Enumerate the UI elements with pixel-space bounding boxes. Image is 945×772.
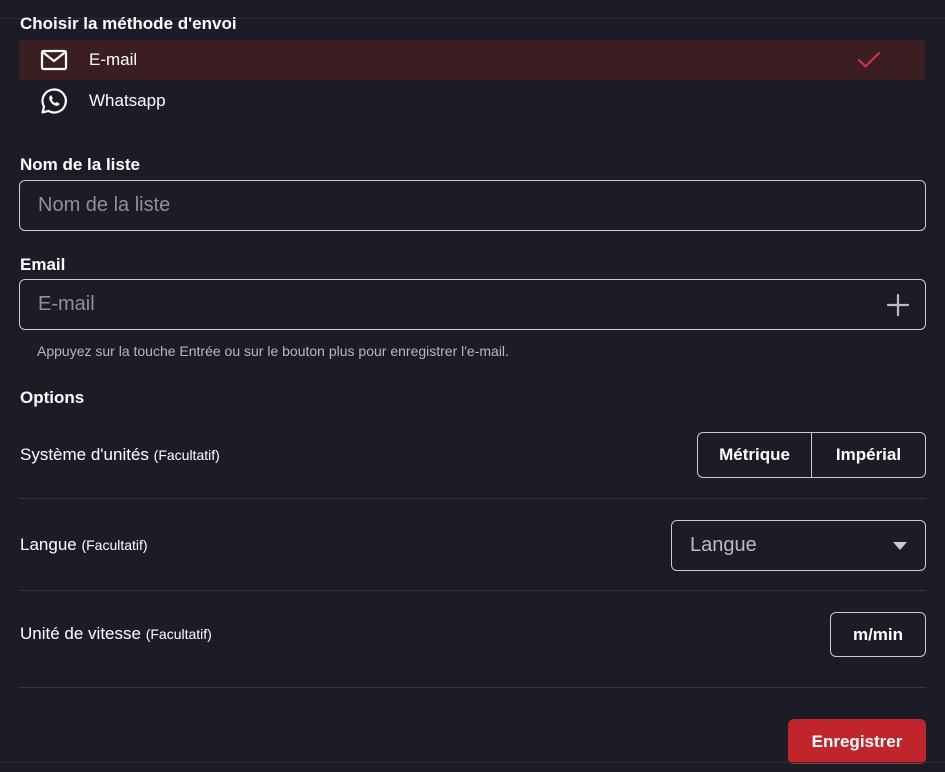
units-label-text: Système d'unités	[20, 445, 149, 464]
method-option-whatsapp[interactable]: Whatsapp	[19, 81, 925, 121]
speed-label-text: Unité de vitesse	[20, 624, 141, 643]
units-toggle: Métrique Impérial	[697, 432, 926, 478]
language-select-value: Langue	[690, 534, 757, 556]
method-option-email[interactable]: E-mail	[19, 40, 925, 80]
units-optional: (Facultatif)	[153, 447, 220, 463]
list-name-label: Nom de la liste	[20, 155, 140, 174]
imperial-button[interactable]: Impérial	[811, 433, 925, 477]
speed-optional: (Facultatif)	[145, 626, 212, 642]
method-option-label: E-mail	[89, 50, 138, 69]
metric-button[interactable]: Métrique	[698, 433, 811, 477]
check-icon	[857, 50, 881, 75]
list-name-input[interactable]	[19, 180, 926, 231]
language-select[interactable]: Langue	[671, 520, 926, 571]
mail-icon	[19, 49, 89, 71]
add-email-button[interactable]	[884, 291, 912, 319]
options-title: Options	[20, 388, 85, 407]
whatsapp-icon	[19, 87, 89, 115]
caret-down-icon	[893, 537, 907, 555]
email-input[interactable]	[19, 279, 926, 330]
email-label: Email	[20, 255, 66, 274]
divider	[19, 687, 926, 688]
email-hint: Appuyez sur la touche Entrée ou sur le b…	[37, 343, 509, 359]
divider	[19, 590, 926, 591]
language-label: Langue (Facultatif)	[20, 535, 148, 555]
language-optional: (Facultatif)	[81, 537, 148, 553]
save-button[interactable]: Enregistrer	[788, 719, 926, 764]
speed-label: Unité de vitesse (Facultatif)	[20, 624, 212, 644]
units-label: Système d'unités (Facultatif)	[20, 445, 220, 465]
method-title: Choisir la méthode d'envoi	[20, 14, 237, 33]
divider	[19, 498, 926, 499]
bottom-divider	[0, 762, 945, 763]
plus-icon	[886, 293, 910, 317]
language-label-text: Langue	[20, 535, 77, 554]
speed-unit-button[interactable]: m/min	[830, 612, 926, 657]
method-option-label: Whatsapp	[89, 91, 166, 110]
